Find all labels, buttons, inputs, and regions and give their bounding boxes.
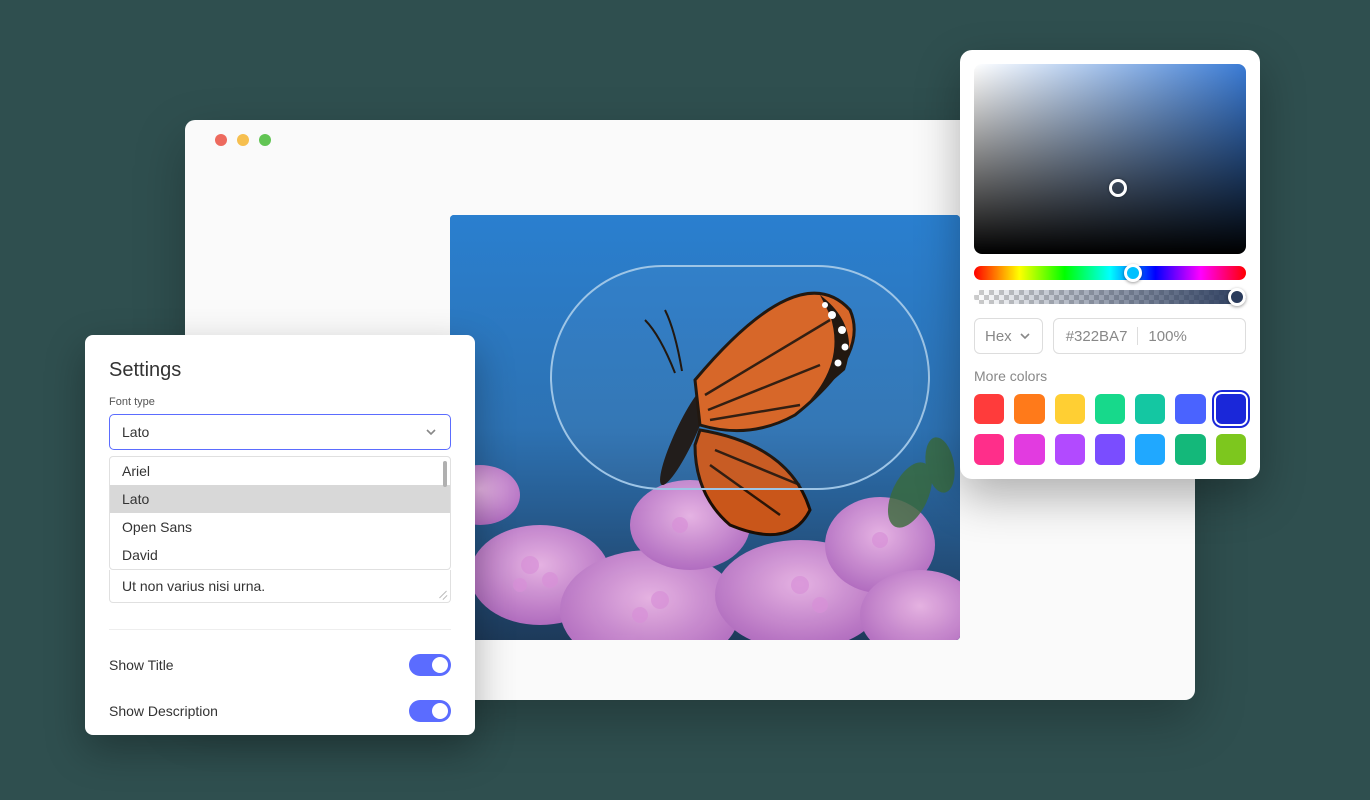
swatch-12[interactable] [1175, 434, 1205, 464]
alpha-thumb[interactable] [1228, 288, 1246, 306]
font-option-ariel[interactable]: Ariel [110, 457, 450, 485]
show-title-toggle[interactable] [409, 654, 451, 676]
swatch-6[interactable] [1216, 394, 1246, 424]
font-option-david[interactable]: David [110, 541, 450, 569]
font-option-opensans[interactable]: Open Sans [110, 513, 450, 541]
font-dropdown: Ariel Lato Open Sans David [109, 456, 451, 570]
show-description-toggle[interactable] [409, 700, 451, 722]
color-cursor[interactable] [1109, 179, 1127, 197]
minimize-window-button[interactable] [237, 134, 249, 146]
show-description-label: Show Description [109, 703, 218, 719]
font-type-label: Font type [109, 396, 451, 408]
font-select-value: Lato [122, 424, 149, 440]
opacity-value: 100% [1148, 328, 1186, 345]
swatch-grid [974, 394, 1246, 465]
hotspot-overlay[interactable] [550, 265, 930, 490]
hex-input[interactable]: #322BA7 100% [1053, 318, 1246, 354]
color-mode-select[interactable]: Hex [974, 318, 1043, 354]
swatch-3[interactable] [1095, 394, 1125, 424]
swatch-4[interactable] [1135, 394, 1165, 424]
chevron-down-icon [424, 425, 438, 439]
divider [109, 629, 451, 630]
resize-handle-icon[interactable] [437, 589, 447, 599]
settings-title: Settings [109, 359, 451, 382]
settings-panel: Settings Font type Lato Ariel Lato Open … [85, 335, 475, 735]
more-colors-label: More colors [974, 368, 1246, 384]
chevron-down-icon [1018, 329, 1032, 343]
swatch-9[interactable] [1055, 434, 1085, 464]
canvas-image[interactable] [450, 215, 960, 640]
alpha-slider[interactable] [974, 290, 1246, 304]
swatch-0[interactable] [974, 394, 1004, 424]
swatch-5[interactable] [1175, 394, 1205, 424]
swatch-8[interactable] [1014, 434, 1044, 464]
swatch-2[interactable] [1055, 394, 1085, 424]
saturation-lightness-field[interactable] [974, 64, 1246, 254]
swatch-7[interactable] [974, 434, 1004, 464]
font-option-lato[interactable]: Lato [110, 485, 450, 513]
color-picker-panel: Hex #322BA7 100% More colors [960, 50, 1260, 479]
swatch-13[interactable] [1216, 434, 1246, 464]
swatch-10[interactable] [1095, 434, 1125, 464]
sample-text-input[interactable]: Ut non varius nisi urna. [109, 570, 451, 603]
hue-slider[interactable] [974, 266, 1246, 280]
show-title-label: Show Title [109, 657, 174, 673]
hex-value: #322BA7 [1066, 328, 1128, 345]
scrollbar-thumb[interactable] [443, 461, 447, 487]
close-window-button[interactable] [215, 134, 227, 146]
swatch-1[interactable] [1014, 394, 1044, 424]
hue-thumb[interactable] [1124, 264, 1142, 282]
font-select[interactable]: Lato [109, 414, 451, 450]
maximize-window-button[interactable] [259, 134, 271, 146]
swatch-11[interactable] [1135, 434, 1165, 464]
